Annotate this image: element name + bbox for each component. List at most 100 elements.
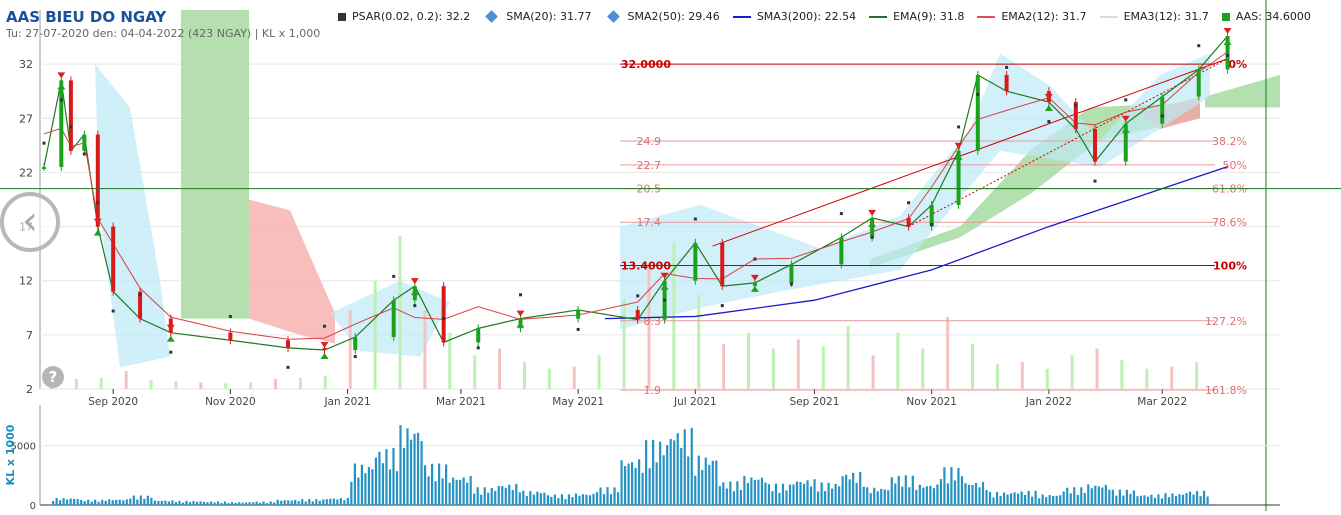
candle-body: [322, 347, 327, 351]
volume-bar: [406, 428, 409, 505]
fib-percent-label: 78.6%: [1212, 216, 1247, 229]
chart-title: AAS BIEU DO NGAY: [6, 8, 167, 26]
volume-bar: [1066, 487, 1069, 505]
background-volume-bar: [398, 236, 402, 389]
volume-bar: [557, 497, 560, 505]
psar-dot: [720, 304, 724, 308]
candle-body: [42, 167, 46, 170]
volume-bar: [381, 463, 385, 505]
volume-bar: [536, 491, 539, 505]
background-volume-bar: [1120, 359, 1124, 389]
volume-bar: [894, 483, 897, 505]
candle-body: [286, 340, 291, 348]
volume-bar: [764, 482, 767, 505]
chart-canvas[interactable]: 271217222732Sep 2020Nov 2020Jan 2021Mar …: [0, 0, 1341, 512]
volume-bar: [434, 481, 437, 505]
volume-bar: [890, 477, 893, 505]
volume-bar: [911, 475, 914, 505]
y-tick-label: 22: [19, 166, 33, 179]
volume-bar: [1181, 494, 1185, 505]
candle-body: [906, 217, 911, 227]
volume-bar: [1125, 489, 1128, 505]
candle-body: [82, 134, 87, 151]
fib-percent-label: 0%: [1228, 58, 1247, 71]
background-volume-bar: [522, 362, 526, 389]
volume-bar: [1009, 493, 1013, 505]
volume-bar: [241, 502, 244, 505]
volume-bar: [655, 462, 658, 505]
volume-bar: [999, 495, 1002, 505]
stock-chart[interactable]: 271217222732Sep 2020Nov 2020Jan 2021Mar …: [0, 0, 1341, 512]
candle-body: [1160, 96, 1165, 124]
volume-bar: [1129, 493, 1132, 505]
volume-bar: [427, 476, 430, 505]
volume-bar: [687, 456, 690, 505]
y-tick-label: 27: [19, 112, 33, 125]
volume-bar: [613, 487, 616, 505]
volume-bar: [473, 493, 476, 505]
volume-bar: [1062, 491, 1065, 505]
background-volume-bar: [1070, 355, 1074, 389]
volume-bar: [743, 475, 746, 505]
psar-dot: [870, 235, 874, 239]
volume-bar: [708, 464, 711, 505]
volume-bar: [574, 493, 578, 505]
fib-percent-label: 100%: [1213, 260, 1247, 273]
volume-bar: [774, 483, 778, 505]
volume-bar: [504, 487, 507, 505]
volume-bar: [402, 447, 406, 505]
sell-signal-marker: [868, 209, 877, 216]
psar-dot: [753, 257, 757, 261]
x-tick-label: Sep 2020: [88, 396, 138, 408]
volume-bar: [399, 425, 402, 505]
volume-bar: [511, 489, 514, 505]
volume-bar: [188, 502, 192, 505]
volume-bar: [304, 501, 307, 505]
volume-bar: [325, 499, 328, 505]
legend-label: SMA(20): 31.77: [506, 10, 592, 23]
legend-label: SMA3(200): 22.54: [756, 10, 857, 23]
volume-bar: [932, 488, 935, 505]
legend-item: SMA2(50): 29.46: [605, 10, 720, 23]
volume-bar: [767, 484, 771, 505]
candle-body: [353, 337, 358, 351]
legend-item: SMA(20): 31.77: [483, 10, 592, 23]
x-tick-label: Jul 2021: [673, 396, 717, 408]
buy-signal-marker: [57, 83, 66, 90]
background-volume-bar: [99, 377, 103, 389]
volume-bar: [336, 499, 339, 505]
volume-bar: [788, 484, 792, 505]
back-arrow-button[interactable]: ‹: [0, 192, 60, 252]
psar-dot: [839, 212, 843, 216]
volume-bar: [430, 463, 434, 505]
volume-bar: [1048, 495, 1051, 505]
volume-bar: [778, 492, 781, 505]
background-volume-bar: [722, 344, 726, 389]
volume-bar: [501, 486, 504, 505]
x-tick-label: Sep 2021: [790, 396, 840, 408]
legend-item: PSAR(0.02, 0.2): 32.2: [338, 10, 470, 23]
background-volume-bar: [1095, 348, 1099, 389]
background-volume-bar: [946, 317, 950, 389]
volume-bar: [1188, 491, 1192, 505]
volume-bar: [164, 500, 167, 505]
sell-signal-marker: [1223, 27, 1232, 34]
volume-bar: [1146, 496, 1150, 505]
volume-bar: [845, 474, 848, 505]
legend-item: EMA(9): 31.8: [869, 10, 964, 23]
volume-bar: [462, 477, 465, 505]
volume-bar: [322, 499, 325, 505]
volume-bar: [616, 492, 620, 505]
psar-dot: [1197, 44, 1201, 48]
volume-bar: [371, 469, 374, 505]
volume-bar: [230, 502, 234, 505]
volume-bar: [753, 479, 757, 505]
background-volume-bar: [224, 383, 228, 389]
psar-dot: [476, 346, 480, 350]
volume-bar: [1132, 490, 1135, 505]
volume-bar: [469, 476, 472, 505]
help-button[interactable]: ?: [42, 366, 64, 388]
candle-body: [111, 226, 116, 292]
volume-bar: [936, 484, 939, 505]
background-volume-bar: [274, 378, 278, 389]
